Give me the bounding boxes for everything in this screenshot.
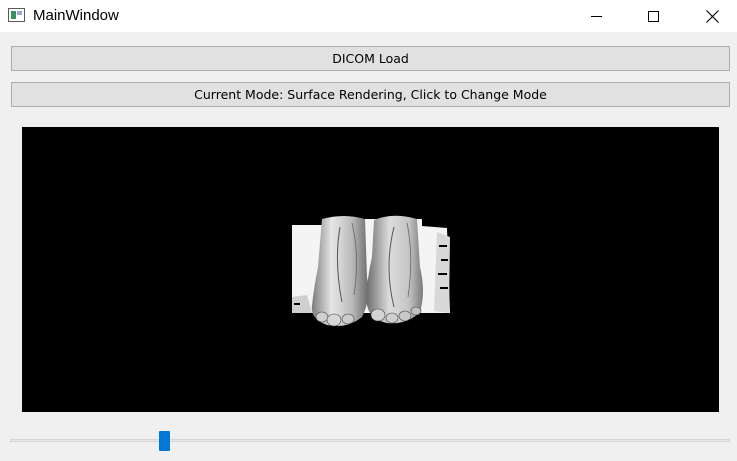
slider-handle[interactable] — [159, 431, 170, 451]
close-button[interactable] — [689, 0, 735, 32]
maximize-icon — [647, 10, 659, 22]
rendered-feet-image — [292, 215, 450, 327]
title-bar: MainWindow — [0, 0, 737, 32]
dicom-load-button[interactable]: DICOM Load — [11, 46, 730, 71]
minimize-button[interactable] — [573, 0, 619, 32]
change-mode-button[interactable]: Current Mode: Surface Rendering, Click t… — [11, 82, 730, 107]
app-icon — [8, 8, 25, 22]
maximize-button[interactable] — [630, 0, 676, 32]
slider-groove — [10, 439, 730, 442]
window-title: MainWindow — [33, 7, 119, 24]
render-viewport[interactable] — [22, 127, 719, 412]
minimize-icon — [590, 15, 602, 17]
close-icon — [705, 9, 719, 23]
rendering-slider[interactable] — [10, 430, 730, 452]
